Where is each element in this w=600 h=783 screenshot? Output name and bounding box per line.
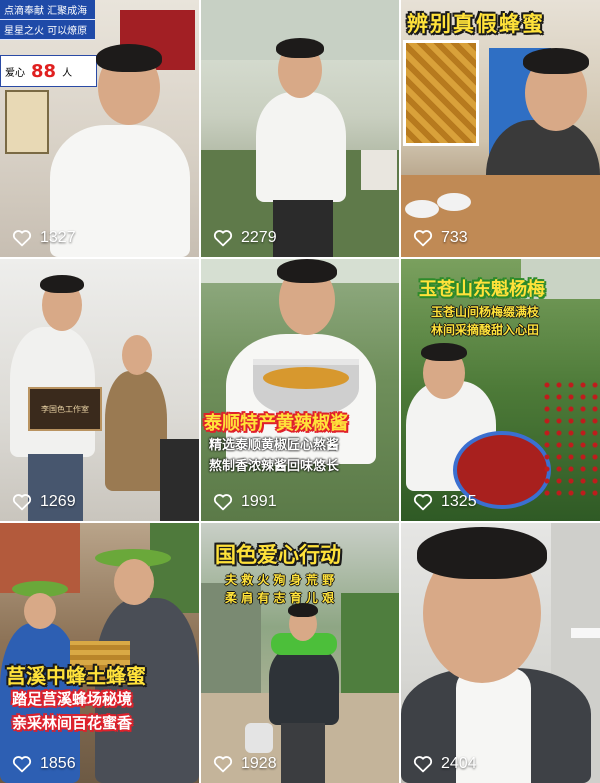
plastic-bag bbox=[245, 723, 273, 753]
like-count-value: 733 bbox=[441, 229, 468, 246]
like-count: 2404 bbox=[413, 755, 477, 773]
heart-outline-icon bbox=[413, 756, 433, 773]
person-pants bbox=[281, 723, 325, 783]
video-card[interactable]: 2279 bbox=[201, 0, 399, 257]
person-hair bbox=[40, 275, 84, 293]
ceiling-light bbox=[571, 628, 600, 638]
bayberry-branch bbox=[541, 379, 600, 499]
video-card[interactable]: 点滴奉献 汇聚成海 星星之火 可以燎原 爱心 88 人 1327 bbox=[0, 0, 199, 257]
tasting-bowl bbox=[405, 200, 439, 218]
person-hair bbox=[276, 38, 324, 58]
person-hair bbox=[96, 44, 162, 72]
person-pants bbox=[273, 200, 333, 257]
like-count: 2279 bbox=[213, 229, 277, 247]
video-subtitle: 精选泰顺黄椒匠心熬酱 bbox=[209, 438, 340, 453]
wooden-plaque: 李国色工作室 bbox=[28, 387, 102, 431]
like-count: 1269 bbox=[12, 493, 76, 511]
like-count-value: 1991 bbox=[241, 493, 277, 510]
heart-outline-icon bbox=[213, 230, 233, 247]
video-subtitle: 林间采摘酸甜入心田 bbox=[431, 323, 540, 337]
video-subtitle: 亲采林间百花蜜香 bbox=[12, 714, 133, 732]
luggage bbox=[160, 439, 199, 521]
video-card[interactable]: 辨别真假蜂蜜 733 bbox=[401, 0, 600, 257]
heart-outline-icon bbox=[413, 230, 433, 247]
honeycomb-image bbox=[403, 40, 479, 146]
heart-outline-icon bbox=[12, 494, 32, 511]
video-subtitle: 夫 救 火 殉 身 荒 野 bbox=[225, 573, 335, 587]
first-person-face bbox=[24, 593, 56, 629]
like-count: 1991 bbox=[213, 493, 277, 511]
heart-outline-icon bbox=[213, 756, 233, 773]
video-title: 国色爱心行动 bbox=[215, 543, 341, 567]
like-count: 1928 bbox=[213, 755, 277, 773]
heart-outline-icon bbox=[213, 494, 233, 511]
like-count: 733 bbox=[413, 229, 468, 247]
video-card[interactable]: 莒溪中蜂土蜂蜜 踏足莒溪蜂场秘境 亲采林间百花蜜香 1856 bbox=[0, 523, 199, 783]
tasting-bowl bbox=[437, 193, 471, 211]
like-count-value: 1325 bbox=[441, 493, 477, 510]
white-box bbox=[361, 150, 397, 190]
video-card[interactable]: 2404 bbox=[401, 523, 600, 783]
video-title: 泰顺特产黄辣椒酱 bbox=[204, 413, 348, 434]
like-count-value: 1856 bbox=[40, 755, 76, 772]
heart-outline-icon bbox=[413, 494, 433, 511]
like-count-value: 2404 bbox=[441, 755, 477, 772]
video-grid: 点滴奉献 汇聚成海 星星之火 可以燎原 爱心 88 人 1327 2279 辨别… bbox=[0, 0, 600, 783]
sign-line: 点滴奉献 汇聚成海 bbox=[0, 0, 95, 20]
second-person-shirt bbox=[105, 371, 167, 491]
person-hair bbox=[417, 527, 547, 579]
like-count-value: 2279 bbox=[241, 229, 277, 246]
counter-value: 88 bbox=[31, 60, 57, 82]
video-subtitle: 熬制香浓辣酱回味悠长 bbox=[209, 459, 340, 474]
wall-sign: 点滴奉献 汇聚成海 星星之火 可以燎原 bbox=[0, 0, 95, 40]
video-title: 辨别真假蜂蜜 bbox=[407, 12, 545, 36]
second-person-face bbox=[114, 559, 154, 605]
wall-painting bbox=[5, 90, 49, 154]
heart-outline-icon bbox=[12, 756, 32, 773]
like-count-value: 1269 bbox=[40, 493, 76, 510]
like-count-value: 1327 bbox=[40, 229, 76, 246]
video-title: 玉苍山东魁杨梅 bbox=[419, 279, 545, 300]
video-card[interactable]: 泰顺特产黄辣椒酱 精选泰顺黄椒匠心熬酱 熬制香浓辣酱回味悠长 1991 bbox=[201, 259, 399, 521]
video-subtitle: 玉苍山间杨梅缀满枝 bbox=[431, 305, 540, 319]
like-count: 1856 bbox=[12, 755, 76, 773]
person-jacket bbox=[269, 645, 339, 725]
sign-line: 星星之火 可以燎原 bbox=[0, 20, 95, 40]
person-hair bbox=[523, 48, 589, 74]
person-shirt bbox=[256, 92, 346, 202]
video-card[interactable]: 玉苍山东魁杨梅 玉苍山间杨梅缀满枝 林间采摘酸甜入心田 1325 bbox=[401, 259, 600, 521]
like-count: 1325 bbox=[413, 493, 477, 511]
video-card[interactable]: 李国色工作室 1269 bbox=[0, 259, 199, 521]
person-hair bbox=[421, 343, 467, 361]
chili-sauce bbox=[263, 367, 349, 389]
heart-outline-icon bbox=[12, 230, 32, 247]
like-count: 1327 bbox=[12, 229, 76, 247]
counter-label: 爱心 bbox=[5, 67, 25, 79]
love-counter: 爱心 88 人 bbox=[0, 55, 97, 87]
video-subtitle: 踏足莒溪蜂场秘境 bbox=[12, 690, 133, 708]
video-subtitle: 柔 肩 有 志 育 儿 艰 bbox=[225, 591, 335, 605]
counter-unit: 人 bbox=[62, 67, 73, 79]
person-hair bbox=[277, 259, 337, 283]
second-person-face bbox=[122, 335, 152, 375]
video-title: 莒溪中蜂土蜂蜜 bbox=[6, 664, 146, 688]
like-count-value: 1928 bbox=[241, 755, 277, 772]
video-card[interactable]: 国色爱心行动 夫 救 火 殉 身 荒 野 柔 肩 有 志 育 儿 艰 1928 bbox=[201, 523, 399, 783]
